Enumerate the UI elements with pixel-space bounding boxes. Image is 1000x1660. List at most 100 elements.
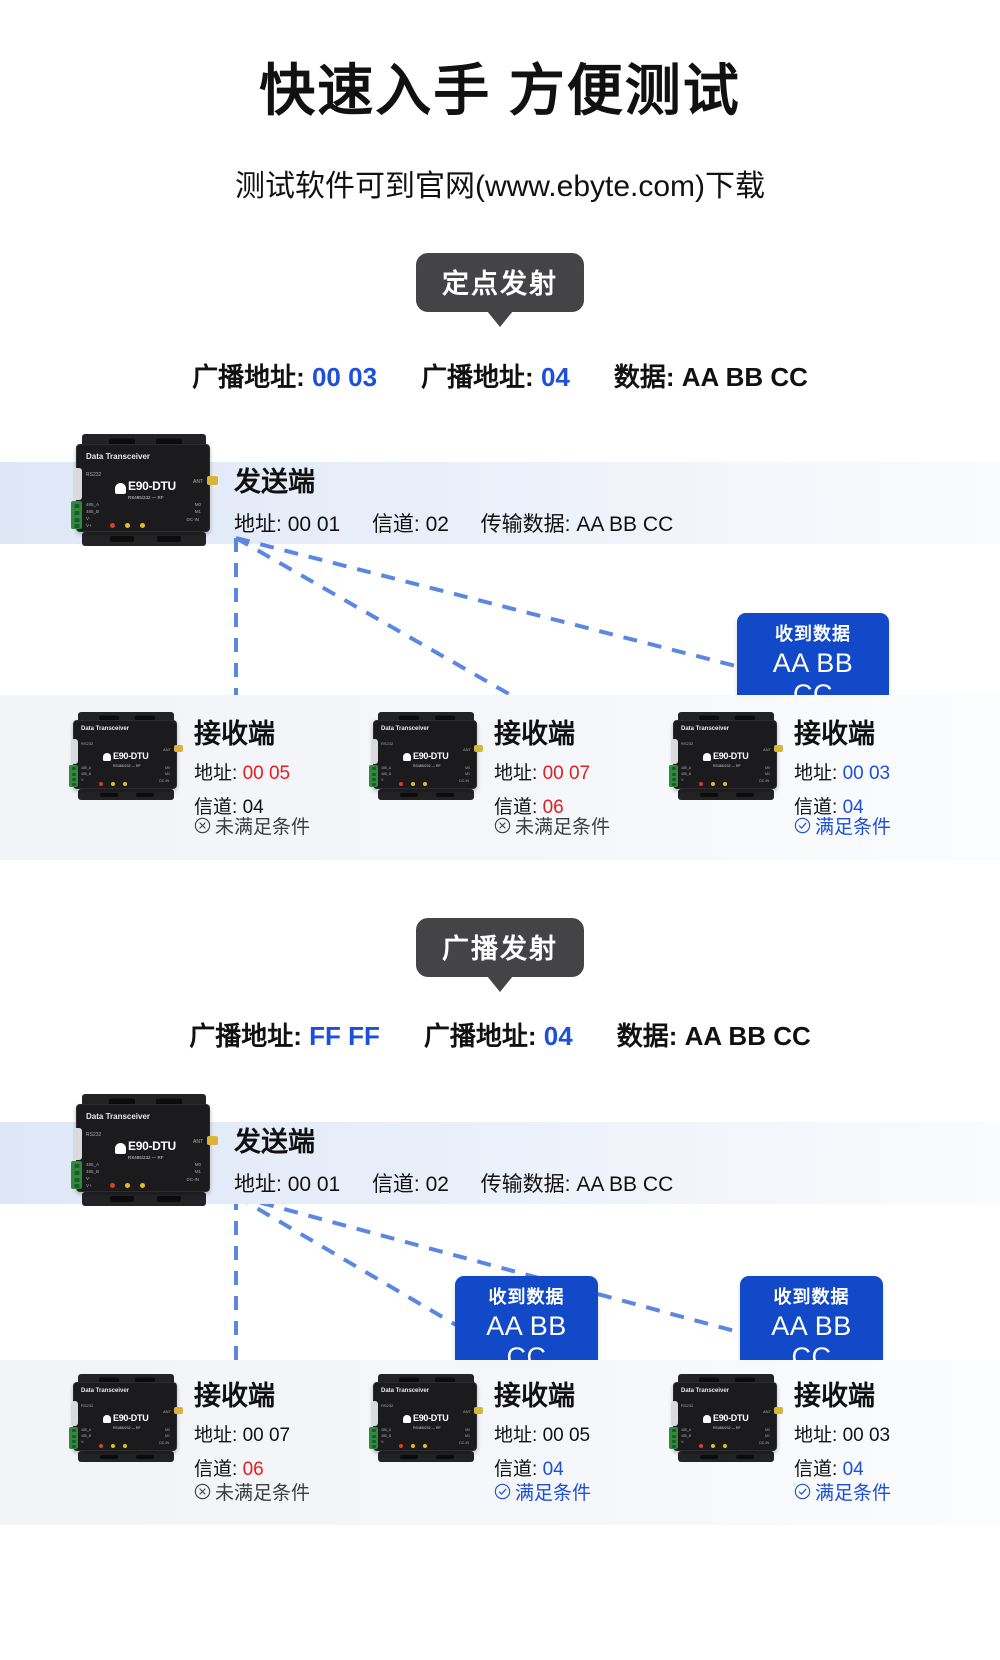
sender-title: 发送端 <box>234 467 315 497</box>
ebyte-mark-icon <box>115 483 126 494</box>
device-model: E90-DTU <box>113 1413 149 1423</box>
device-led-rxd <box>423 782 427 786</box>
device-model-sub: RS485/232 — RF <box>113 1426 141 1430</box>
sender-info: 发送端 地址: 00 01 信道: 02 传输数据: AA BB CC <box>234 460 673 538</box>
device-led-pwr <box>110 523 115 528</box>
device-antenna-connector <box>174 745 183 752</box>
param-key: 数据: <box>613 362 675 392</box>
device-caption: Data Transceiver <box>81 1388 130 1394</box>
receiver-channel: 信道: 04 <box>794 1454 890 1481</box>
param-broadcast-channel: 广播地址: 04 <box>421 357 570 394</box>
device-model: E90-DTU <box>113 751 149 761</box>
device-module: Data Transceiver RS232 E90-DTU RS485/232… <box>71 428 218 546</box>
device-led-txd <box>711 782 715 786</box>
device-dc-label: DC-IN <box>459 1441 469 1445</box>
device-terminal-block <box>369 765 378 787</box>
device-pin-485b: 485_B <box>381 1434 392 1438</box>
receiver-node: Data Transceiver RS232 E90-DTU RS485/232… <box>369 1370 670 1481</box>
device-dc-label: DC-IN <box>159 779 169 783</box>
receiver-channel: 信道: 04 <box>494 1454 590 1481</box>
section-1-params: 广播地址: 00 03 广播地址: 04 数据: AA BB CC <box>0 357 1000 394</box>
device-brand-logo: E90-DTU RS485/232 — RF <box>103 1408 149 1430</box>
status-badge: 满足条件 <box>494 1478 670 1505</box>
param-broadcast-address: 广播地址: FF FF <box>189 1016 380 1053</box>
sender-chan-value: 02 <box>425 1173 449 1196</box>
device-model-sub: RS485/232 — RF <box>128 495 164 500</box>
device-antenna-connector <box>207 1136 218 1145</box>
device-port-label: RS232 <box>681 1403 694 1408</box>
device-led-pwr <box>699 1444 703 1448</box>
circle-x-icon <box>194 1483 211 1500</box>
device-caption: Data Transceiver <box>681 1388 730 1394</box>
device-led-txd <box>125 1183 130 1188</box>
device-pin-485b: 485_B <box>681 1434 692 1438</box>
device-antenna-connector <box>774 1407 783 1414</box>
device-ant-label: ANT <box>763 1409 771 1414</box>
status-label: 满足条件 <box>515 1483 592 1504</box>
device-body: Data Transceiver RS232 E90-DTU RS485/232… <box>369 720 483 789</box>
status-label: 满足条件 <box>815 817 892 838</box>
device-module: Data Transceiver RS232 E90-DTU RS485/232… <box>669 708 783 800</box>
receiver-info: 接收端 地址: 00 07 信道: 06 <box>494 712 590 819</box>
device-antenna-connector <box>774 745 783 752</box>
device-pin-485b: 485_B <box>681 772 692 776</box>
receiver-chan-value: 04 <box>542 1459 564 1480</box>
receiver-info: 接收端 地址: 00 05 信道: 04 <box>194 712 290 819</box>
device-mode-m1: M1 <box>465 772 470 776</box>
device-led-pwr <box>110 1183 115 1188</box>
device-led-txd <box>411 1444 415 1448</box>
status-label: 未满足条件 <box>515 817 611 838</box>
device-mode-m1: M1 <box>165 1434 170 1438</box>
sender-details: 地址: 00 01 信道: 02 传输数据: AA BB CC <box>234 508 673 538</box>
device-brand-logo: E90-DTU RS485/232 — RF <box>115 477 176 500</box>
device-led-txd <box>125 523 130 528</box>
device-caption: Data Transceiver <box>86 452 151 461</box>
receiver-info: 接收端 地址: 00 03 信道: 04 <box>794 1374 890 1481</box>
device-pin-485a: 485_A <box>681 766 692 770</box>
receiver-chan-value: 06 <box>242 1459 264 1480</box>
receiver-addr-label: 地址: <box>194 763 238 784</box>
device-body: Data Transceiver RS232 E90-DTU RS485/232… <box>69 1382 183 1451</box>
device-pin-vminus: V- <box>81 778 85 782</box>
receiver-address: 地址: 00 07 <box>194 1420 290 1447</box>
receiver-channel: 信道: 06 <box>194 1454 290 1481</box>
device-pin-vminus: V- <box>81 1440 85 1444</box>
status-label: 满足条件 <box>815 1483 892 1504</box>
section-1-receivers: Data Transceiver RS232 E90-DTU RS485/232… <box>69 708 970 819</box>
receiver-addr-value: 00 07 <box>542 763 591 784</box>
circle-x-icon <box>194 817 211 834</box>
param-value: 04 <box>540 362 570 392</box>
receiver-title: 接收端 <box>794 1381 875 1411</box>
device-led-rxd <box>140 1183 145 1188</box>
sender-chan-value: 02 <box>425 513 449 536</box>
device-led-txd <box>111 782 115 786</box>
device-db9-port <box>73 468 82 500</box>
device-antenna-connector <box>474 1407 483 1414</box>
device-dc-label: DC-IN <box>186 1177 200 1182</box>
ebyte-mark-icon <box>403 753 411 761</box>
device-mode-m0: M0 <box>765 766 770 770</box>
device-ant-label: ANT <box>193 1139 203 1145</box>
device-model-sub: RS485/232 — RF <box>113 764 141 768</box>
device-pin-vplus: V+ <box>86 1183 92 1188</box>
receiver-addr-value: 00 05 <box>542 1425 591 1446</box>
device-terminal-block <box>71 1161 82 1189</box>
device-model-sub: RS485/232 — RF <box>128 1155 164 1160</box>
status-badge: 未满足条件 <box>494 812 670 839</box>
device-port-label: RS232 <box>81 1403 94 1408</box>
status-badge: 满足条件 <box>794 812 970 839</box>
device-mode-m1: M1 <box>765 772 770 776</box>
device-terminal-block <box>669 1427 678 1449</box>
device-port-label: RS232 <box>381 1403 394 1408</box>
device-mode-m0: M0 <box>194 502 201 507</box>
device-caption: Data Transceiver <box>381 726 430 732</box>
device-dc-label: DC-IN <box>759 779 769 783</box>
device-mount-bottom <box>82 532 206 546</box>
device-port-label: RS232 <box>81 741 94 746</box>
device-mount-bottom <box>78 1451 174 1462</box>
device-mode-m0: M0 <box>465 766 470 770</box>
param-value: 04 <box>543 1021 573 1051</box>
param-data: 数据: AA BB CC <box>614 357 808 394</box>
receiver-title: 接收端 <box>794 719 875 749</box>
receiver-address: 地址: 00 07 <box>494 758 590 785</box>
